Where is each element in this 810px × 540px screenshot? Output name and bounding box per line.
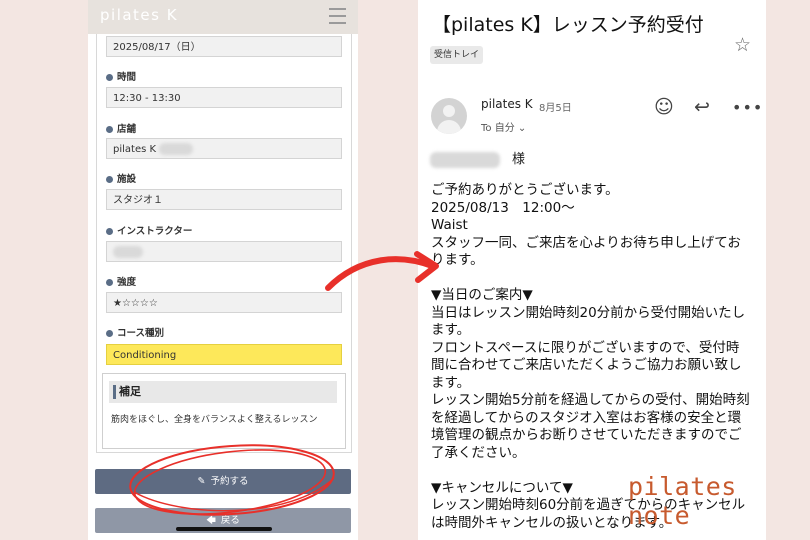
supplement-text: 筋肉をほぐし、全身をバランスよく整えるレッスン [111, 415, 318, 425]
avatar [431, 98, 467, 134]
body-line: 間に合わせてご来店いただくようご協力お願い致し [431, 357, 742, 373]
recipient-name: 様 [430, 148, 525, 168]
body-line: ります。 [431, 252, 484, 268]
more-options-icon[interactable]: ••• [732, 98, 763, 117]
body-line: ▼当日のご案内▼ [431, 287, 533, 303]
email-subject: 【pilates K】レッスン予約受付 [432, 14, 704, 36]
body-line: フロントスペースに限りがございますので、受付時 [431, 339, 740, 356]
star-icon[interactable]: ☆ [734, 34, 751, 56]
body-line: レッスン開始5分前を経過してからの受付、開始時刻 [431, 392, 750, 408]
reply-icon[interactable]: ↩ [694, 96, 710, 118]
home-indicator [176, 527, 272, 531]
body-line: ご予約ありがとうございます。 [431, 182, 619, 198]
watermark: pilates note [628, 472, 737, 530]
sent-date: 8月5日 [539, 103, 572, 114]
annotation-circle-icon [129, 444, 335, 516]
redacted-text [430, 151, 500, 168]
body-line: スタッフ一同、ご来店を心よりお待ち申し上げてお [431, 234, 741, 251]
body-line: ます。 [431, 374, 471, 391]
chevron-down-icon: ⌄ [517, 123, 527, 134]
annotation-arrow-icon [325, 251, 439, 291]
body-line: 了承ください。 [431, 444, 526, 461]
confirmation-email-screenshot: 【pilates K】レッスン予約受付 ☆ 受信トレイ pilates K 8月… [418, 0, 766, 540]
body-line: 境管理の観点からお断りさせていただきますのでご [431, 427, 742, 443]
body-line: Waist [431, 217, 468, 233]
body-line: ます。 [431, 322, 471, 338]
supplement-box: 補足 筋肉をほぐし、全身をバランスよく整えるレッスン [102, 373, 346, 449]
inbox-label[interactable]: 受信トレイ [430, 46, 484, 64]
body-line: 当日はレッスン開始時刻20分前から受付開始いたし [431, 304, 746, 321]
body-line [431, 270, 751, 288]
body-line: を経過してからのスタジオ入室はお客様の安全と環 [431, 409, 742, 426]
supplement-title: 補足 [109, 381, 337, 403]
body-line: 2025/08/13 12:00〜 [431, 199, 575, 216]
recipient-line[interactable]: To 自分 ⌄ [481, 119, 526, 134]
sender-name: pilates K [481, 97, 533, 111]
emoji-icon[interactable]: ☺ [654, 96, 674, 118]
